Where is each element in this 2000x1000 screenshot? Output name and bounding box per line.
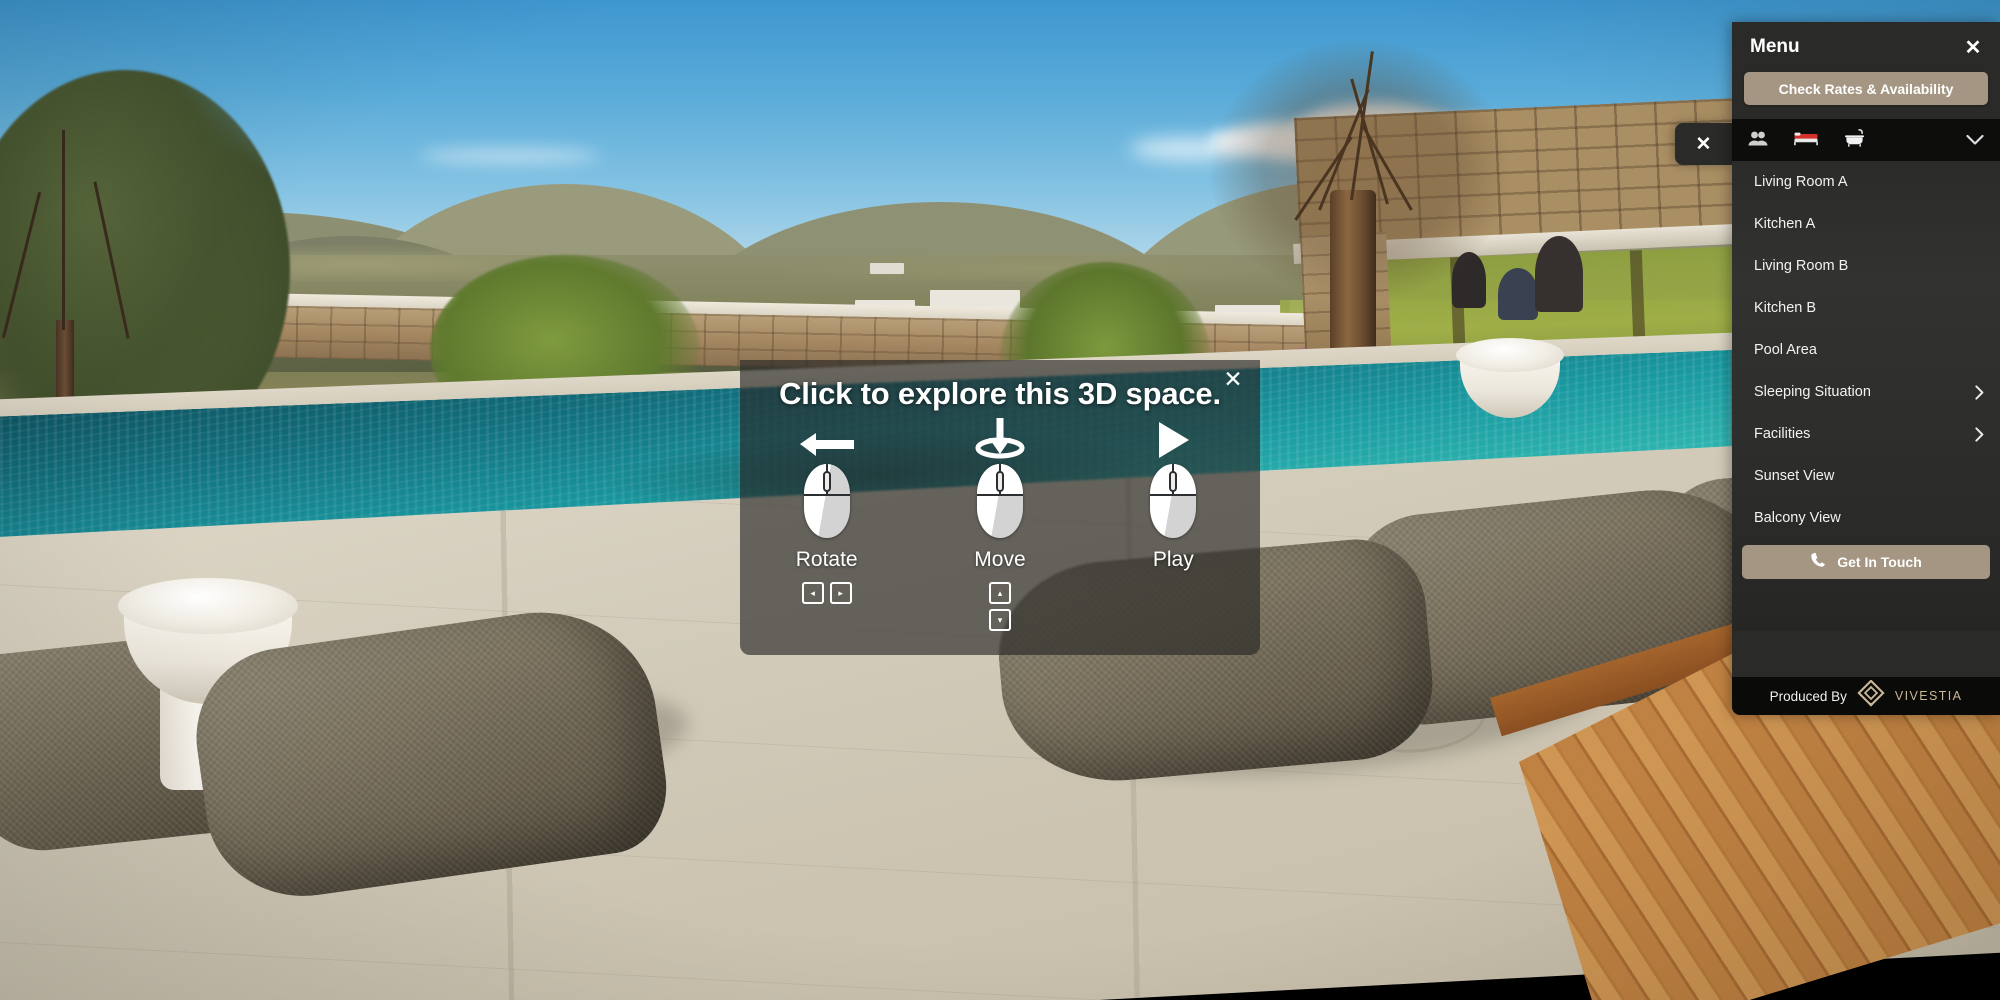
menu-item-pool-area[interactable]: Pool Area [1732, 329, 2000, 371]
menu-item-sleeping-situation[interactable]: Sleeping Situation [1732, 371, 2000, 413]
brand-name: VIVESTIA [1894, 689, 1963, 703]
play-triangle-icon [1151, 418, 1195, 460]
mouse-left-button-icon [803, 464, 850, 538]
guests-icon [1748, 130, 1768, 151]
control-hints-row: Rotate ◂ ▸ Move ▴ ▾ Play [740, 418, 1260, 631]
close-icon: ✕ [1695, 133, 1712, 155]
control-hint-label: Rotate [795, 548, 858, 571]
vivestia-diamond-logo [1857, 678, 1885, 713]
menu-item-living-room-a[interactable]: Living Room A [1732, 161, 2000, 203]
property-spec-bar[interactable] [1732, 119, 2000, 161]
bathtub-icon [1844, 128, 1866, 152]
control-hint-label: Move [974, 548, 1026, 571]
menu-item-label: Sleeping Situation [1754, 384, 1871, 400]
check-rates-button[interactable]: Check Rates & Availability [1744, 72, 1988, 105]
control-hint-play: Play [1098, 418, 1248, 629]
menu-panel: Menu ✕ Check Rates & Availability Living… [1732, 22, 2000, 715]
explore-controls-overlay: ✕ Click to explore this 3D space. Rotate… [740, 360, 1260, 655]
menu-item-list: Living Room A Kitchen A Living Room B Ki… [1732, 161, 2000, 631]
control-hint-move: Move ▴ ▾ [925, 418, 1075, 631]
menu-spacer [1732, 631, 2000, 677]
chevron-down-icon[interactable] [1966, 134, 1984, 146]
distant-building [870, 263, 904, 274]
spec-bedrooms [1794, 130, 1818, 151]
menu-item-label: Living Room B [1754, 258, 1849, 274]
menu-item-kitchen-b[interactable]: Kitchen B [1732, 287, 2000, 329]
panel-close-tab-button[interactable]: ✕ [1675, 123, 1732, 165]
mouse-right-button-icon [1150, 464, 1197, 538]
menu-item-label: Facilities [1754, 426, 1811, 442]
menu-title: Menu [1750, 36, 1800, 57]
key-arrow-up[interactable]: ▴ [988, 582, 1011, 604]
close-icon[interactable]: ✕ [1960, 34, 1986, 60]
menu-item-sunset-view[interactable]: Sunset View [1732, 455, 2000, 497]
menu-item-living-room-b[interactable]: Living Room B [1732, 245, 2000, 287]
explore-overlay-title: Click to explore this 3D space. [779, 376, 1221, 411]
arrow-keys-vertical: ▴ ▾ [988, 582, 1011, 631]
arrow-down-orbit-icon [971, 418, 1029, 460]
person-figure [1535, 236, 1583, 312]
bed-icon [1794, 130, 1818, 151]
chevron-right-icon [1975, 384, 1984, 400]
menu-item-label: Balcony View [1754, 510, 1841, 526]
produced-by-footer: Produced By VIVESTIA [1732, 677, 2000, 715]
get-in-touch-wrap: Get In Touch [1732, 539, 2000, 579]
menu-item-label: Living Room A [1754, 174, 1848, 190]
menu-item-kitchen-a[interactable]: Kitchen A [1732, 203, 2000, 245]
menu-item-label: Kitchen A [1754, 216, 1816, 232]
menu-item-facilities[interactable]: Facilities [1732, 413, 2000, 455]
control-hint-label: Play [1152, 548, 1194, 571]
control-hint-rotate: Rotate ◂ ▸ [752, 418, 902, 604]
phone-icon [1810, 552, 1827, 572]
menu-item-label: Pool Area [1754, 342, 1817, 358]
get-in-touch-label: Get In Touch [1837, 554, 1922, 570]
check-rates-label: Check Rates & Availability [1778, 80, 1954, 97]
produced-by-label: Produced By [1769, 688, 1847, 704]
spec-bathrooms [1844, 128, 1866, 152]
arrow-keys-horizontal: ◂ ▸ [801, 582, 852, 604]
mouse-both-buttons-icon [976, 464, 1023, 538]
menu-header: Menu ✕ [1732, 22, 2000, 72]
get-in-touch-button[interactable]: Get In Touch [1742, 545, 1990, 579]
menu-item-label: Sunset View [1754, 468, 1835, 484]
app-stage: ✕ Click to explore this 3D space. Rotate… [0, 0, 2000, 1000]
chevron-right-icon [1975, 426, 1984, 442]
menu-item-balcony-view[interactable]: Balcony View [1732, 497, 2000, 539]
arrow-left-icon [798, 418, 856, 460]
key-arrow-right[interactable]: ▸ [829, 582, 852, 604]
spec-guests [1748, 130, 1768, 151]
key-arrow-down[interactable]: ▾ [988, 609, 1011, 631]
check-rates-wrap: Check Rates & Availability [1732, 72, 2000, 119]
key-arrow-left[interactable]: ◂ [801, 582, 824, 604]
menu-item-label: Kitchen B [1754, 300, 1817, 316]
